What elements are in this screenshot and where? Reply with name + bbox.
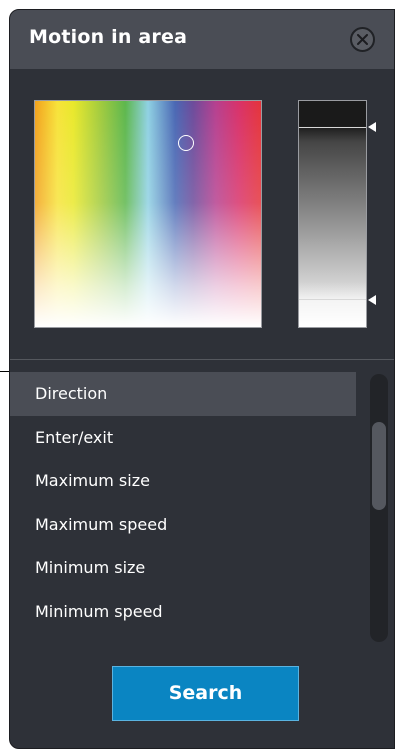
list-item-maximum-speed[interactable]: Maximum speed [10, 503, 356, 547]
color-spectrum-picker[interactable] [34, 100, 262, 328]
brightness-lower-line [299, 299, 366, 300]
search-button[interactable]: Search [112, 666, 299, 721]
list-item-label: Direction [35, 384, 108, 403]
dialog-header: Motion in area [10, 10, 394, 69]
spectrum-white-overlay [35, 101, 261, 327]
list-item-label: Minimum size [35, 558, 146, 577]
brightness-lower-handle[interactable] [368, 295, 376, 305]
list-scrollbar[interactable] [370, 374, 388, 642]
list-item-minimum-size[interactable]: Minimum size [10, 546, 356, 590]
list-item-enter-exit[interactable]: Enter/exit [10, 416, 356, 460]
close-icon [357, 34, 368, 45]
brightness-range-slider[interactable] [298, 100, 367, 328]
list-item-label: Maximum size [35, 471, 150, 490]
list-item-maximum-size[interactable]: Maximum size [10, 459, 356, 503]
list-item-minimum-speed[interactable]: Minimum speed [10, 590, 356, 634]
close-button[interactable] [350, 27, 375, 52]
brightness-upper-handle[interactable] [368, 122, 376, 132]
scrollbar-thumb[interactable] [372, 422, 386, 510]
color-selector-handle[interactable] [178, 135, 194, 151]
filter-list: Direction Enter/exit Maximum size Maximu… [10, 372, 356, 633]
list-item-label: Maximum speed [35, 514, 168, 534]
list-item-label: Enter/exit [35, 427, 114, 447]
motion-in-area-dialog: Motion in area Direction Enter/exit Maxi… [9, 9, 395, 749]
section-divider [10, 359, 394, 360]
dialog-title: Motion in area [29, 26, 188, 48]
list-item-label: Minimum speed [35, 601, 163, 621]
brightness-upper-line [299, 127, 366, 128]
list-item-direction[interactable]: Direction [10, 372, 356, 416]
